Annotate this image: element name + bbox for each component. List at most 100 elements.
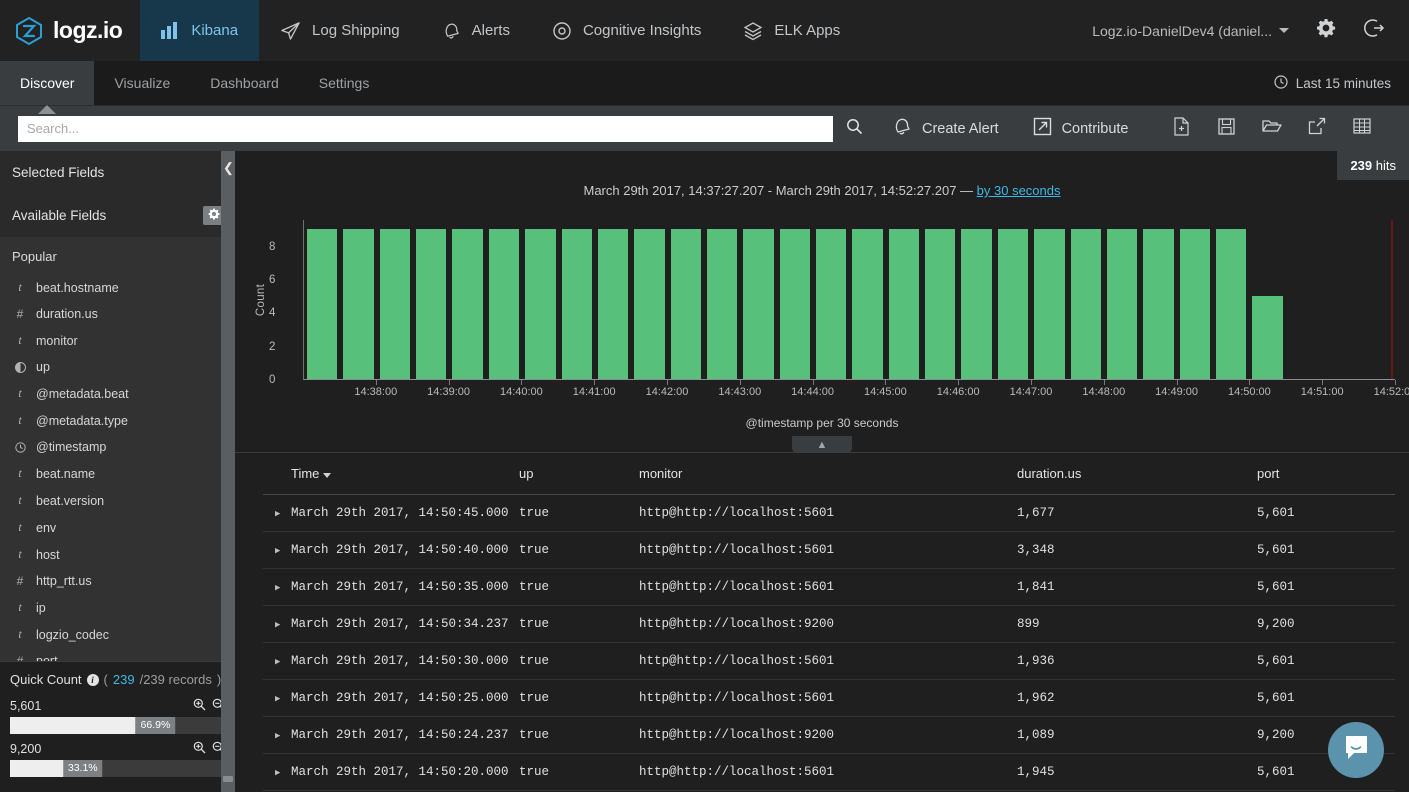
histogram-bar[interactable] (525, 229, 556, 379)
field-item-up[interactable]: up (0, 354, 235, 380)
chevron-right-icon[interactable]: ▶ (263, 509, 280, 519)
row-expand-cell[interactable]: ▶ (263, 679, 291, 717)
row-expand-cell[interactable]: ▶ (263, 568, 291, 606)
time-range-picker[interactable]: Last 15 minutes (1274, 61, 1409, 105)
row-expand-cell[interactable]: ▶ (263, 531, 291, 569)
histogram-bar[interactable] (634, 229, 665, 379)
histogram-bar[interactable] (816, 229, 847, 379)
chevron-right-icon[interactable]: ▶ (263, 731, 280, 741)
sidebar-collapse-handle[interactable]: ❮ (221, 151, 235, 792)
field-item-monitor[interactable]: t monitor (0, 327, 235, 354)
chevron-right-icon[interactable]: ▶ (263, 546, 280, 556)
open-search-button[interactable] (1249, 112, 1294, 146)
field-item-beat-hostname[interactable]: t beat.hostname (0, 274, 235, 301)
field-item-beat-name[interactable]: t beat.name (0, 460, 235, 487)
table-row[interactable]: ▶ March 29th 2017, 14:50:25.000 true http@h… (263, 679, 1395, 717)
nav-item-cognitive-insights[interactable]: Cognitive Insights (531, 0, 722, 61)
brand-logo-link[interactable]: logz.io (0, 0, 140, 61)
row-expand-cell[interactable]: ▶ (263, 494, 291, 532)
table-row[interactable]: ▶ March 29th 2017, 14:50:24.237 true http@h… (263, 716, 1395, 754)
search-button[interactable] (833, 116, 875, 142)
table-header-duration[interactable]: duration.us (1017, 453, 1257, 495)
histogram-bar[interactable] (597, 229, 629, 379)
table-header-monitor[interactable]: monitor (639, 453, 1017, 495)
histogram-bar[interactable] (452, 229, 483, 379)
info-icon[interactable]: i (86, 673, 99, 686)
histogram-bar[interactable] (1143, 229, 1174, 379)
histogram-bar[interactable] (779, 229, 811, 379)
histogram-bar[interactable] (852, 229, 883, 379)
nav-item-alerts[interactable]: Alerts (421, 0, 531, 61)
chevron-right-icon[interactable]: ▶ (263, 694, 280, 704)
histogram-bar[interactable] (743, 229, 774, 379)
tab-dashboard[interactable]: Dashboard (190, 61, 299, 105)
tab-discover[interactable]: Discover (0, 61, 95, 114)
field-item-beat-version[interactable]: t beat.version (0, 487, 235, 514)
nav-item-kibana[interactable]: Kibana (140, 0, 260, 61)
share-button[interactable] (1294, 112, 1339, 146)
field-item--timestamp[interactable]: @timestamp (0, 434, 235, 460)
nav-item-log-shipping[interactable]: Log Shipping (259, 0, 421, 61)
histogram-bar[interactable] (1106, 229, 1138, 379)
histogram-bar[interactable] (997, 229, 1029, 379)
zoom-in-icon[interactable] (193, 698, 206, 714)
field-item-ip[interactable]: t ip (0, 594, 235, 621)
field-item--metadata-beat[interactable]: t @metadata.beat (0, 380, 235, 407)
row-expand-cell[interactable]: ▶ (263, 642, 291, 680)
new-search-button[interactable] (1159, 112, 1204, 146)
zoom-in-icon[interactable] (193, 741, 206, 757)
histogram-bar[interactable] (1215, 229, 1247, 379)
table-row[interactable]: ▶ March 29th 2017, 14:50:40.000 true http@h… (263, 531, 1395, 569)
logout-button[interactable] (1353, 10, 1395, 52)
histogram-bar[interactable] (1070, 229, 1101, 379)
histogram-bar[interactable] (1179, 229, 1210, 379)
histogram-bar[interactable] (379, 229, 411, 379)
table-row[interactable]: ▶ March 29th 2017, 14:50:45.000 true http@h… (263, 494, 1395, 532)
row-expand-cell[interactable]: ▶ (263, 753, 291, 791)
table-header-port[interactable]: port (1257, 453, 1395, 495)
save-search-button[interactable] (1204, 112, 1249, 146)
chart-interval-link[interactable]: by 30 seconds (977, 183, 1061, 198)
histogram-bar[interactable] (925, 229, 956, 379)
quick-count-value[interactable]: 239 (113, 672, 135, 687)
field-item-env[interactable]: t env (0, 514, 235, 541)
sidebar-resize-grip[interactable] (223, 776, 233, 782)
table-row[interactable]: ▶ March 29th 2017, 14:50:35.000 true http@h… (263, 568, 1395, 606)
tab-settings[interactable]: Settings (299, 61, 390, 105)
field-item-duration-us[interactable]: # duration.us (0, 301, 235, 327)
chevron-right-icon[interactable]: ▶ (263, 620, 280, 630)
settings-button[interactable] (1305, 10, 1347, 52)
contribute-button[interactable]: Contribute (1016, 117, 1146, 140)
row-expand-cell[interactable]: ▶ (263, 716, 291, 754)
field-item-port[interactable]: # port (0, 648, 235, 661)
nav-item-elk-apps[interactable]: ELK Apps (722, 0, 861, 61)
histogram-bar[interactable] (307, 229, 338, 379)
field-item-http-rtt-us[interactable]: # http_rtt.us (0, 568, 235, 594)
histogram-bar[interactable] (706, 229, 738, 379)
table-row[interactable]: ▶ March 29th 2017, 14:50:20.000 true http@h… (263, 753, 1395, 791)
table-header-up[interactable]: up (519, 453, 639, 495)
histogram-bar[interactable] (1252, 295, 1283, 379)
chevron-right-icon[interactable]: ▶ (263, 583, 280, 593)
field-item--metadata-type[interactable]: t @metadata.type (0, 407, 235, 434)
account-selector[interactable]: Logz.io-DanielDev4 (daniel... (1082, 23, 1299, 39)
row-expand-cell[interactable]: ▶ (263, 605, 291, 643)
table-row[interactable]: ▶ March 29th 2017, 14:50:30.000 true http@h… (263, 642, 1395, 680)
sort-desc-icon[interactable] (323, 473, 332, 478)
histogram-bar[interactable] (488, 229, 520, 379)
collapse-chart-button[interactable]: ▲ (792, 436, 852, 453)
chat-launcher-button[interactable] (1328, 722, 1384, 778)
histogram-bar[interactable] (1034, 229, 1065, 379)
search-input[interactable] (18, 115, 833, 142)
histogram-bar[interactable] (343, 229, 374, 379)
histogram-bar[interactable] (561, 229, 592, 379)
chevron-right-icon[interactable]: ▶ (263, 657, 280, 667)
histogram-bar[interactable] (888, 229, 920, 379)
table-row[interactable]: ▶ March 29th 2017, 14:50:34.237 true http@h… (263, 605, 1395, 643)
histogram-bar[interactable] (670, 229, 701, 379)
field-item-host[interactable]: t host (0, 541, 235, 568)
toggle-table-button[interactable] (1339, 112, 1384, 146)
chevron-right-icon[interactable]: ▶ (263, 768, 280, 778)
histogram-bar[interactable] (416, 229, 447, 379)
field-item-logzio-codec[interactable]: t logzio_codec (0, 621, 235, 648)
